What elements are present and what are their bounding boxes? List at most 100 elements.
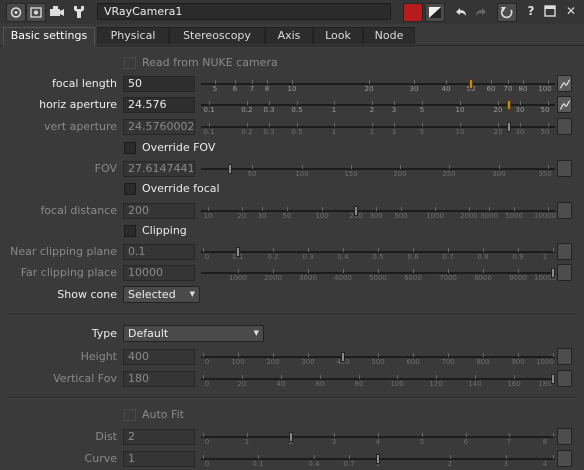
horiz-aperture-input[interactable]: 24.576	[123, 97, 195, 113]
near-clipping-animation-button[interactable]	[557, 243, 572, 260]
slider-handle[interactable]	[551, 268, 555, 278]
slider-handle[interactable]	[507, 122, 511, 132]
tab-stereoscopy[interactable]: Stereoscopy	[169, 27, 265, 44]
float-panel-icon[interactable]	[541, 3, 559, 20]
slider-tick-label: 1	[331, 128, 337, 136]
show-cone-dropdown[interactable]: Selected ▼	[123, 286, 200, 303]
clipping-checkbox[interactable]	[124, 225, 136, 237]
read-from-nuke-checkbox[interactable]	[124, 57, 136, 69]
slider-track[interactable]	[201, 378, 555, 380]
curve-animation-button[interactable]	[557, 450, 572, 467]
dist-animation-button[interactable]	[557, 428, 572, 445]
override-focal-checkbox[interactable]	[124, 183, 136, 195]
slider-tick	[483, 269, 484, 273]
tab-basic-settings[interactable]: Basic settings	[3, 27, 95, 46]
height-input[interactable]: 400	[123, 349, 195, 365]
slider-handle[interactable]	[376, 454, 380, 464]
fov-input[interactable]: 27.6147441	[123, 161, 195, 177]
vert-aperture-animation-button[interactable]	[557, 118, 572, 135]
horiz-aperture-curve-icon[interactable]	[557, 96, 572, 113]
gl-color-swatch-icon[interactable]	[425, 3, 445, 22]
curve-input[interactable]: 1	[123, 451, 195, 467]
slider-tick	[413, 269, 414, 273]
slider-tick-label: 0.5	[291, 128, 303, 136]
close-icon[interactable]: ✕	[562, 3, 580, 20]
focal-distance-input[interactable]: 200	[123, 203, 195, 219]
far-clipping-slider[interactable]: 1000 2000 3000 4000 5000 6000 7000 8000 9000 1000…	[201, 265, 556, 282]
slider-handle[interactable]	[551, 374, 555, 384]
slider-tick-label: 50	[282, 212, 292, 220]
slider-tick-label: 3000	[480, 212, 498, 220]
slider-tick	[413, 353, 414, 357]
fov-animation-button[interactable]	[557, 160, 572, 177]
undo-icon[interactable]	[451, 3, 469, 20]
slider-tick-label: 7	[506, 438, 512, 446]
near-clipping-input[interactable]: 0.1	[123, 244, 195, 260]
vertical-fov-animation-button[interactable]	[557, 370, 572, 387]
wrench-icon[interactable]	[70, 3, 88, 20]
slider-tick	[238, 269, 239, 273]
vertical-fov-input[interactable]: 180	[123, 371, 195, 387]
far-clipping-input[interactable]: 10000	[123, 265, 195, 281]
slider-tick	[359, 375, 360, 379]
focal-distance-animation-button[interactable]	[557, 202, 572, 219]
dist-input[interactable]: 2	[123, 429, 195, 445]
slider-tick	[448, 248, 449, 252]
node-name-field[interactable]: VRayCamera1	[97, 3, 391, 20]
slider-handle[interactable]	[289, 432, 293, 442]
slider-tick-label: 180	[538, 380, 552, 388]
node-info-icon[interactable]	[6, 3, 26, 22]
fov-slider[interactable]: 50 100 150 200 250 300 350	[201, 161, 555, 178]
node-color-swatch-icon[interactable]	[403, 3, 423, 22]
revert-icon[interactable]	[497, 3, 517, 22]
slider-tick-label: 5	[419, 128, 425, 136]
focal-distance-slider[interactable]: 10 20 30 50 100 200 300 500 1000 2000 3000 5000 1000…	[201, 203, 556, 220]
focal-length-slider[interactable]: 5 6 7 8 10 20 30 40 50 60 70 80 100	[201, 76, 555, 93]
type-dropdown[interactable]: Default ▼	[123, 325, 264, 342]
slider-tick-label: 60	[315, 380, 325, 388]
slider-tick-label: 5000	[369, 274, 387, 282]
camera-icon[interactable]	[48, 3, 66, 20]
auto-fit-checkbox[interactable]	[124, 409, 136, 421]
curve-label: Curve	[84, 452, 117, 465]
center-node-icon[interactable]	[26, 3, 46, 22]
horiz-aperture-slider[interactable]: 0.1 0.2 0.3 0.5 1 2 3 5 10 20 30 50	[201, 97, 555, 114]
override-fov-checkbox[interactable]	[124, 142, 136, 154]
height-animation-button[interactable]	[557, 348, 572, 365]
tab-axis[interactable]: Axis	[265, 27, 313, 44]
tab-node[interactable]: Node	[363, 27, 415, 44]
redo-icon[interactable]	[473, 3, 491, 20]
slider-handle[interactable]	[469, 79, 473, 89]
vertical-fov-slider[interactable]: 0 20 40 60 80 100 120 140 160 180	[201, 371, 555, 388]
slider-tick	[414, 80, 415, 84]
slider-tick	[400, 165, 401, 169]
curve-slider[interactable]: 0 0.1 0.4 0.7 1 2 3 4	[201, 451, 555, 468]
slider-tick	[460, 123, 461, 127]
slider-tick	[369, 80, 370, 84]
far-clipping-animation-button[interactable]	[557, 264, 572, 281]
focal-length-curve-icon[interactable]	[557, 75, 572, 92]
height-slider[interactable]: 0 100 200 300 400 500 600 700 800 900 1000	[201, 349, 555, 366]
slider-tick-label: 3000	[299, 274, 317, 282]
slider-handle[interactable]	[236, 247, 240, 257]
dist-slider[interactable]: 012345678	[201, 429, 555, 446]
focal-length-input[interactable]: 50	[123, 76, 195, 92]
tab-physical[interactable]: Physical	[97, 27, 169, 44]
slider-tick	[242, 375, 243, 379]
tab-look[interactable]: Look	[313, 27, 363, 44]
slider-tick-label: 0.2	[267, 253, 279, 261]
slider-tick-label: 30	[515, 128, 525, 136]
help-icon[interactable]: ?	[522, 3, 540, 20]
slider-handle[interactable]	[507, 100, 511, 110]
slider-tick	[498, 123, 499, 127]
slider-tick-label: 0	[204, 253, 210, 261]
slider-tick	[466, 433, 467, 437]
slider-handle[interactable]	[341, 352, 345, 362]
slider-handle[interactable]	[354, 206, 358, 216]
slider-tick-label: 200	[393, 170, 407, 178]
slider-tick	[203, 433, 204, 437]
near-clipping-slider[interactable]: 0 0.1 0.2 0.3 0.4 0.5 0.6 0.7 0.8 0.9 1	[201, 244, 555, 261]
slider-handle[interactable]	[228, 164, 232, 174]
vert-aperture-slider[interactable]: 0.1 0.2 0.3 0.5 1 2 3 5 10 20 30 50	[201, 119, 555, 136]
vert-aperture-input[interactable]: 24.5760002	[123, 119, 195, 135]
